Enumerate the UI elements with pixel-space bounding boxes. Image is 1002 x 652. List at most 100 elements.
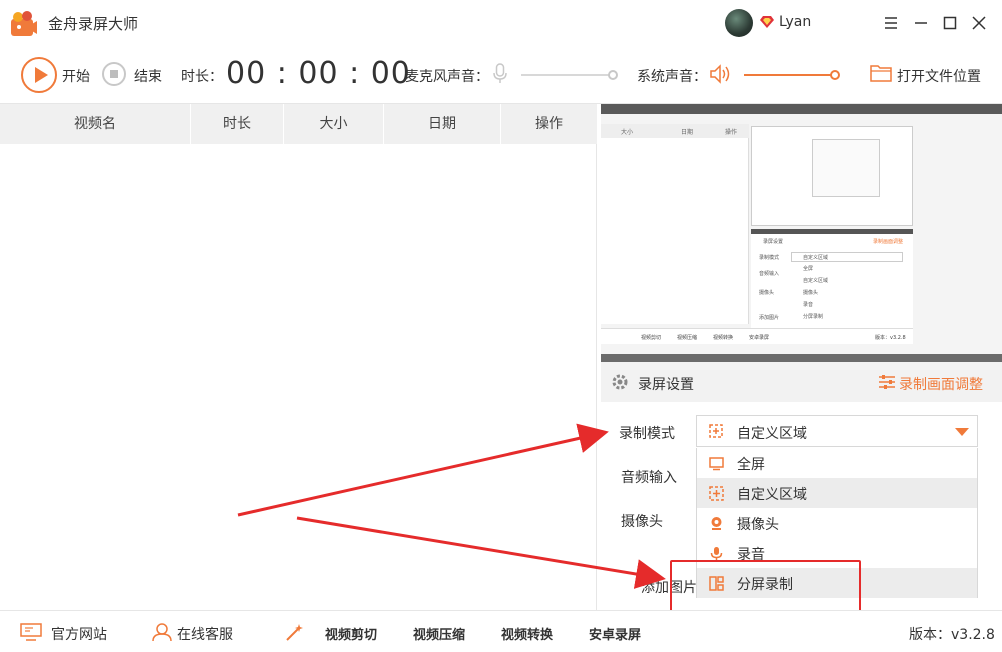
preview-screen: 大小 日期 操作 录屏设置 录制画面调整 录制模式 自定义区域 音频输入 摄像头… [601, 114, 1002, 354]
custom-area-icon [709, 486, 724, 501]
preview-mini-camera-label: 摄像头 [759, 290, 775, 296]
video-cut-link[interactable]: 视频剪切 [325, 624, 377, 643]
settings-title: 录屏设置 [638, 377, 694, 393]
preview-mini-opt-2: 摄像头 [803, 290, 819, 296]
menu-icon[interactable] [881, 13, 901, 33]
official-website-link[interactable]: 官方网站 [51, 624, 107, 644]
preview-mini-opt-0: 全屏 [803, 266, 814, 272]
preview-mini-audio-label: 音频输入 [759, 271, 780, 277]
preview-mini-settings-title: 录屏设置 [763, 239, 784, 245]
column-header-name: 视频名 [0, 104, 191, 144]
preview-mini-settings: 录屏设置 录制画面调整 录制模式 自定义区域 音频输入 摄像头 添加图片 全屏 … [751, 234, 913, 330]
option-label: 全屏 [737, 457, 765, 473]
mic-volume-label: 麦克风声音： [405, 69, 489, 85]
preview-mini-footer: 视频剪切 视频压缩 视频转换 安卓录屏 版本：v3.2.8 [601, 328, 913, 344]
recording-toolbar: 开始 结束 时长： 00 : 00 : 00 麦克风声音： 系统声音： 打开文件… [0, 46, 1002, 104]
webcam-icon [711, 517, 722, 530]
folder-icon[interactable] [870, 63, 892, 83]
option-label: 摄像头 [737, 517, 779, 533]
option-split-screen[interactable]: 分屏录制 [697, 568, 977, 598]
preview-mini-window [751, 126, 913, 226]
option-camera[interactable]: 摄像头 [697, 508, 977, 538]
magic-tools-icon[interactable] [284, 622, 306, 642]
app-window: 金舟录屏大师 Lyan 开始 结束 时长： 00 : 00 : 00 麦克风声音… [0, 0, 1002, 652]
preview-mini-dialog [812, 139, 880, 197]
settings-header: 录屏设置 录制画面调整 [601, 362, 1002, 402]
preview-col-date: 日期 [681, 129, 694, 136]
column-header-duration: 时长 [191, 104, 284, 144]
option-fullscreen[interactable]: 全屏 [697, 448, 977, 478]
start-record-button[interactable] [21, 57, 57, 93]
vip-diamond-icon [760, 16, 774, 28]
video-compress-link[interactable]: 视频压缩 [413, 624, 465, 643]
open-folder-button[interactable]: 打开文件位置 [897, 66, 981, 86]
option-audio[interactable]: 录音 [697, 538, 977, 568]
option-label: 录音 [737, 547, 765, 563]
preview-mini-adjust: 录制画面调整 [873, 239, 904, 245]
adjust-sliders-icon[interactable] [878, 374, 896, 390]
recording-timer: 00 : 00 : 00 [226, 56, 411, 91]
customer-service-icon[interactable] [151, 622, 173, 642]
column-header-actions: 操作 [535, 116, 563, 132]
add-image-label: 添加图片 [641, 580, 697, 596]
system-volume-label: 系统声音： [637, 69, 707, 85]
option-label: 分屏录制 [737, 577, 793, 593]
microphone-icon[interactable] [491, 63, 509, 85]
microphone-icon [710, 547, 723, 560]
online-support-link[interactable]: 在线客服 [177, 624, 233, 644]
close-icon[interactable] [969, 13, 989, 33]
video-list-panel: 视频名 时长 大小 日期 操作 [0, 104, 597, 610]
column-header-date: 日期 [384, 104, 501, 144]
website-icon[interactable] [20, 622, 42, 642]
stop-label[interactable]: 结束 [134, 66, 162, 86]
preview-mini-version: 版本：v3.2.8 [875, 335, 906, 341]
option-custom-area[interactable]: 自定义区域 [697, 478, 977, 508]
title-bar: 金舟录屏大师 Lyan [0, 0, 1002, 46]
footer-bar: 官方网站 在线客服 视频剪切 视频压缩 视频转换 安卓录屏 版本：v3.2.8 [0, 610, 1002, 652]
audio-input-label: 音频输入 [621, 470, 677, 486]
preview-mini-opt-1: 自定义区域 [803, 278, 829, 284]
option-label: 自定义区域 [737, 487, 807, 503]
monitor-icon [709, 457, 724, 471]
version-label: 版本：v3.2.8 [909, 627, 995, 643]
preview-mini-footer-3: 安卓录屏 [749, 335, 770, 341]
mic-volume-handle[interactable] [608, 70, 618, 80]
preview-mini-footer-1: 视频压缩 [677, 335, 698, 341]
android-record-link[interactable]: 安卓录屏 [589, 624, 641, 643]
username[interactable]: Lyan [779, 14, 811, 30]
preview-mini-mode-label: 录制模式 [759, 255, 780, 261]
screen-preview: 大小 日期 操作 录屏设置 录制画面调整 录制模式 自定义区域 音频输入 摄像头… [601, 104, 1002, 362]
minimize-icon[interactable] [911, 13, 931, 33]
speaker-icon[interactable] [708, 63, 732, 85]
preview-mini-image-label: 添加图片 [759, 315, 780, 321]
record-area-adjust-button[interactable]: 录制画面调整 [899, 374, 983, 394]
custom-area-icon [709, 424, 723, 438]
stop-record-button[interactable] [102, 62, 126, 86]
record-mode-label: 录制模式 [619, 426, 675, 442]
preview-top-bar [601, 104, 1002, 114]
user-avatar[interactable] [725, 9, 753, 37]
preview-col-size: 大小 [621, 129, 634, 136]
system-volume-slider[interactable] [744, 74, 832, 76]
video-convert-link[interactable]: 视频转换 [501, 624, 553, 643]
preview-mini-opt-3: 录音 [803, 302, 814, 308]
preview-mini-footer-0: 视频剪切 [641, 335, 662, 341]
record-mode-select[interactable]: 自定义区域 [696, 415, 978, 447]
dropdown-arrow-icon[interactable] [955, 428, 969, 436]
start-label[interactable]: 开始 [62, 66, 90, 86]
duration-label: 时长： [181, 69, 223, 85]
preview-mini-header: 大小 日期 操作 [601, 124, 749, 138]
record-mode-value: 自定义区域 [737, 426, 807, 442]
mic-volume-slider[interactable] [521, 74, 613, 76]
column-header-size: 大小 [284, 104, 384, 144]
camera-label: 摄像头 [621, 514, 663, 530]
split-screen-icon [709, 576, 724, 591]
settings-body: 录制模式 音频输入 摄像头 添加图片 自定义区域 全屏 自定义区域 摄像头 录音… [601, 402, 1002, 610]
record-mode-dropdown: 全屏 自定义区域 摄像头 录音 分屏录制 [696, 448, 978, 598]
system-volume-handle[interactable] [830, 70, 840, 80]
table-header: 视频名 时长 大小 日期 操作 [0, 104, 597, 144]
maximize-icon[interactable] [940, 13, 960, 33]
gear-icon [612, 374, 628, 390]
preview-mini-selected: 自定义区域 [803, 255, 829, 261]
app-title: 金舟录屏大师 [48, 15, 139, 33]
